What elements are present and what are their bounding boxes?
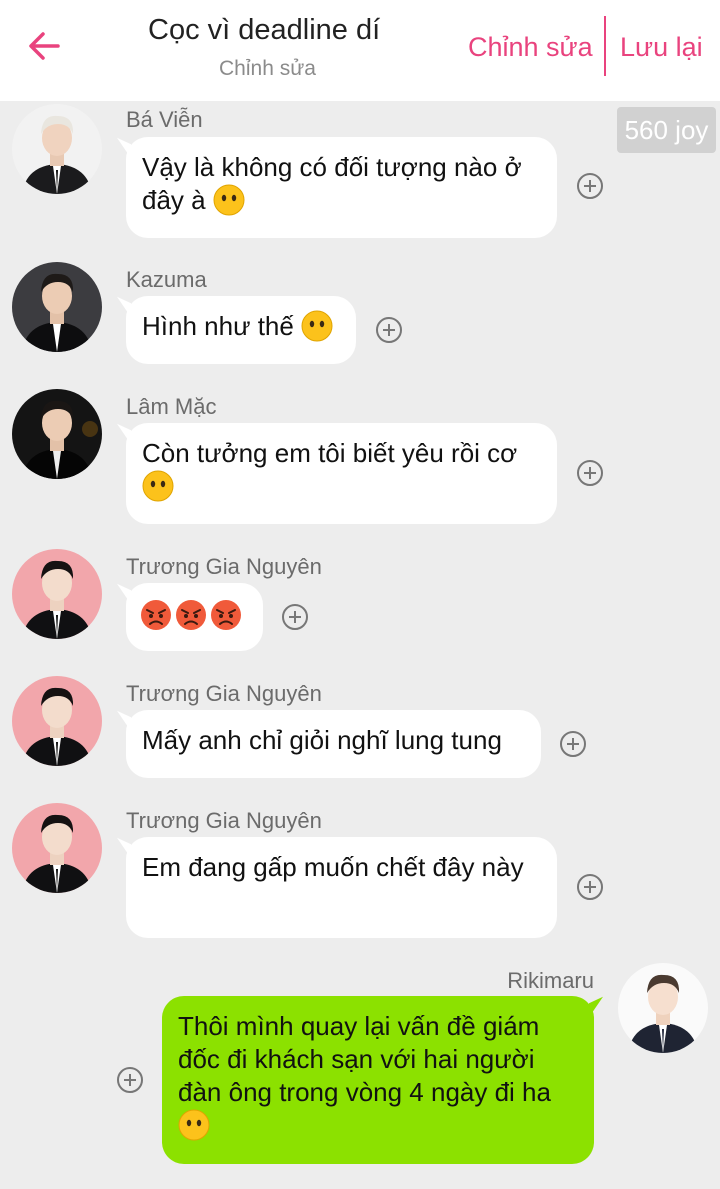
edit-button[interactable]: Chỉnh sửa — [468, 32, 593, 63]
sender-name: Lâm Mặc — [126, 394, 217, 419]
sender-name: Trương Gia Nguyên — [126, 681, 322, 706]
header-bar: Cọc vì deadline dí Chỉnh sửa Chỉnh sửa L… — [0, 0, 720, 101]
add-reaction-icon[interactable] — [577, 874, 603, 900]
avatar[interactable] — [618, 963, 708, 1053]
avatar[interactable] — [12, 676, 102, 766]
message-bubble[interactable]: Hình như thế — [126, 296, 356, 364]
message-text: Vậy là không có đối tượng nào ở đây à — [142, 152, 522, 215]
message-bubble[interactable]: Mấy anh chỉ giỏi nghĩ lung tung — [126, 710, 541, 778]
message-bubble[interactable]: Thôi mình quay lại vấn đề giám đốc đi kh… — [162, 996, 594, 1164]
message-text: Còn tưởng em tôi biết yêu rồi cơ — [142, 438, 518, 468]
chat-area[interactable]: 560 joy Bá Viễn Vậy là không có đối tượn… — [0, 101, 720, 1189]
avatar[interactable] — [12, 389, 102, 479]
neutral-face-emoji — [178, 1109, 210, 1141]
message-bubble[interactable]: Em đang gấp muốn chết đây này — [126, 837, 557, 938]
add-reaction-icon[interactable] — [577, 460, 603, 486]
joy-badge: 560 joy — [617, 107, 716, 153]
message-text: Thôi mình quay lại vấn đề giám đốc đi kh… — [178, 1011, 551, 1107]
add-reaction-icon[interactable] — [376, 317, 402, 343]
add-reaction-icon[interactable] — [577, 173, 603, 199]
neutral-face-emoji — [213, 184, 245, 216]
sender-name: Kazuma — [126, 267, 207, 292]
message-bubble[interactable]: Còn tưởng em tôi biết yêu rồi cơ — [126, 423, 557, 524]
sender-name: Trương Gia Nguyên — [126, 808, 322, 833]
header-divider — [604, 16, 606, 76]
back-arrow-icon[interactable] — [24, 26, 64, 66]
add-reaction-icon[interactable] — [282, 604, 308, 630]
message-text: Em đang gấp muốn chết đây này — [142, 852, 524, 882]
sender-name: Rikimaru — [507, 968, 594, 993]
avatar[interactable] — [12, 262, 102, 352]
angry-emoji-row — [140, 595, 249, 635]
add-reaction-icon[interactable] — [117, 1067, 143, 1093]
save-button[interactable]: Lưu lại — [620, 32, 703, 63]
message-text: Mấy anh chỉ giỏi nghĩ lung tung — [142, 725, 502, 755]
avatar[interactable] — [12, 104, 102, 194]
neutral-face-emoji — [301, 310, 333, 342]
chat-title: Cọc vì deadline dí — [148, 14, 381, 46]
neutral-face-emoji — [142, 470, 174, 502]
message-bubble[interactable] — [126, 583, 263, 651]
chat-subtitle: Chỉnh sửa — [219, 57, 316, 80]
avatar[interactable] — [12, 803, 102, 893]
avatar[interactable] — [12, 549, 102, 639]
sender-name: Trương Gia Nguyên — [126, 554, 322, 579]
angry-face-emoji — [140, 599, 172, 631]
angry-face-emoji — [175, 599, 207, 631]
angry-face-emoji — [210, 599, 242, 631]
sender-name: Bá Viễn — [126, 107, 203, 132]
message-bubble[interactable]: Vậy là không có đối tượng nào ở đây à — [126, 137, 557, 238]
message-text: Hình như thế — [142, 311, 294, 341]
add-reaction-icon[interactable] — [560, 731, 586, 757]
